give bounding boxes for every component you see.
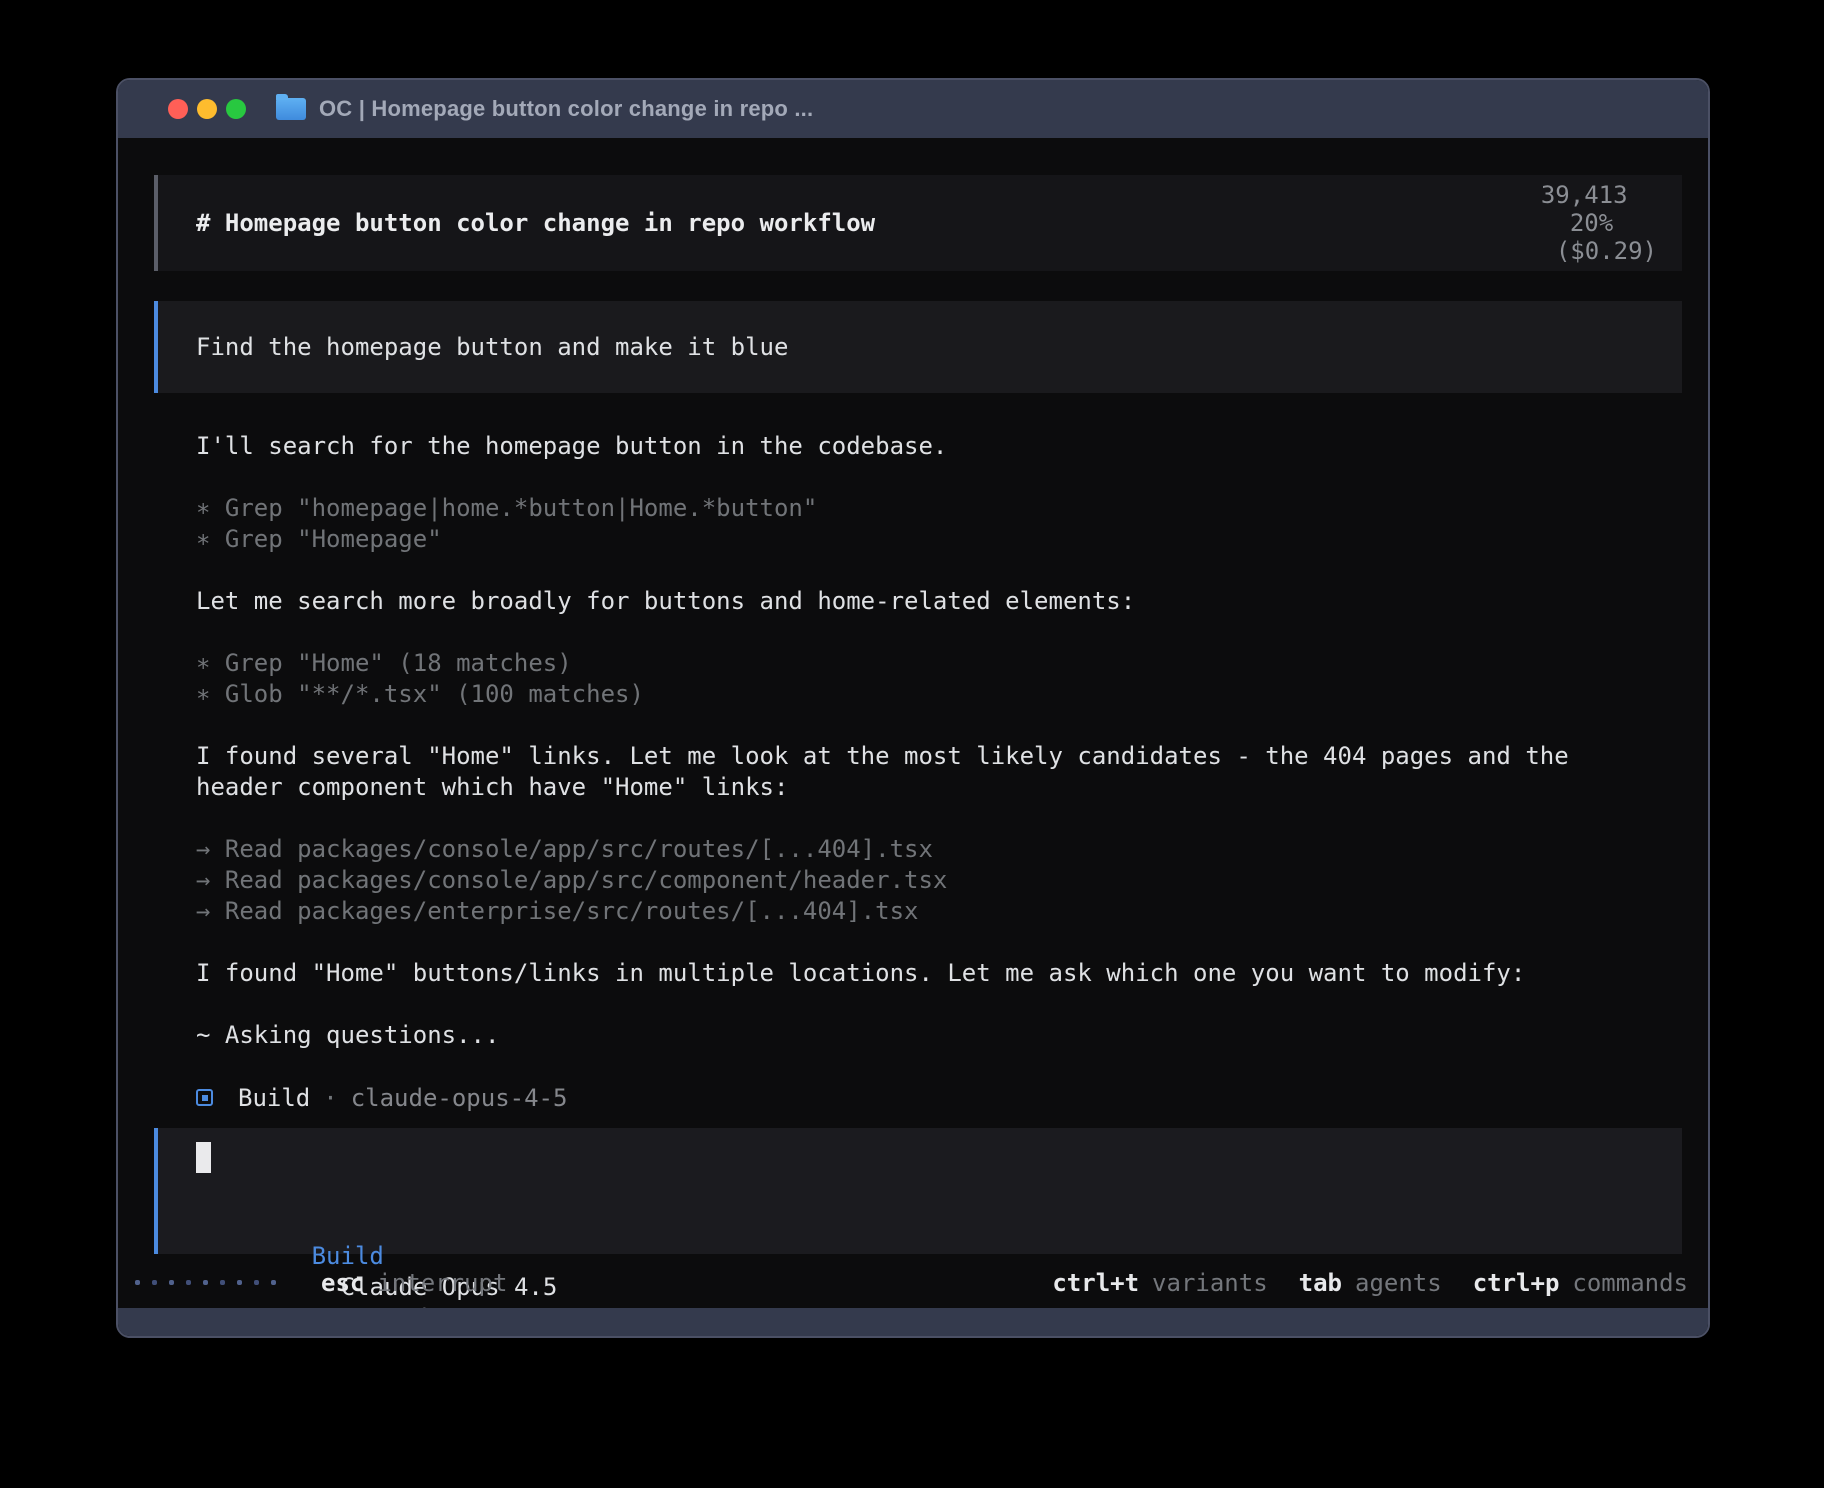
assistant-output: I'll search for the homepage button in t… (196, 431, 1682, 1113)
spacer (196, 710, 1682, 741)
assistant-text: I found "Home" buttons/links in multiple… (196, 958, 1682, 989)
text-cursor (196, 1142, 211, 1173)
tool-call-read: → Read packages/enterprise/src/routes/[.… (196, 896, 1682, 927)
tool-call-glob: ∗ Glob "**/*.tsx" (100 matches) (196, 679, 1682, 710)
input-agent-label[interactable]: Build (312, 1242, 384, 1270)
shortcut-label: agents (1355, 1269, 1442, 1297)
tool-call-grep: ∗ Grep "Home" (18 matches) (196, 648, 1682, 679)
agent-status-line: Build · claude-opus-4-5 (196, 1082, 1682, 1113)
terminal-window: OC | Homepage button color change in rep… (116, 78, 1710, 1338)
spacer (196, 555, 1682, 586)
spacer (196, 1051, 1682, 1082)
window-bottom-strip (118, 1308, 1708, 1336)
shortcut-key: ctrl+p (1473, 1269, 1560, 1297)
shortcut-label: variants (1152, 1269, 1268, 1297)
session-title: # Homepage button color change in repo w… (196, 209, 875, 237)
folder-icon (276, 98, 306, 120)
agent-name: Build (238, 1084, 310, 1112)
shortcut-key: ctrl+t (1052, 1269, 1139, 1297)
build-agent-icon (196, 1089, 213, 1106)
shortcut-commands: ctrl+p commands (1473, 1269, 1688, 1297)
tool-call-grep: ∗ Grep "Homepage" (196, 524, 1682, 555)
status-right: ctrl+t variants tab agents ctrl+p comman… (1052, 1269, 1688, 1297)
status-bar: esc interrupt ctrl+t variants tab agents… (135, 1267, 1688, 1298)
spinner-dot (152, 1280, 157, 1285)
token-count: 39,413 (1541, 181, 1628, 209)
shortcut-key: tab (1299, 1269, 1342, 1297)
shortcut-label: commands (1572, 1269, 1688, 1297)
input-footer: Build Claude Opus 4.5 OpenCode Zen (196, 1210, 1682, 1241)
assistant-activity: ~ Asking questions... (196, 1020, 1682, 1051)
spinner-dot (271, 1280, 276, 1285)
tool-call-read: → Read packages/console/app/src/componen… (196, 865, 1682, 896)
spacer (196, 803, 1682, 834)
spinner-dot (203, 1280, 208, 1285)
session-cost: ($0.29) (1556, 237, 1657, 265)
spinner-dot (169, 1280, 174, 1285)
session-header: # Homepage button color change in repo w… (154, 175, 1682, 271)
spinner-dot (135, 1280, 140, 1285)
working-spinner (135, 1280, 288, 1285)
spacer (196, 927, 1682, 958)
user-message: Find the homepage button and make it blu… (154, 301, 1682, 393)
tool-call-grep: ∗ Grep "homepage|home.*button|Home.*butt… (196, 493, 1682, 524)
agent-model-id: claude-opus-4-5 (351, 1084, 568, 1112)
spacer (196, 617, 1682, 648)
minimize-button[interactable] (197, 99, 217, 119)
shortcut-variants: ctrl+t variants (1052, 1269, 1267, 1297)
session-stats: 39,413 20% ($0.29) (1425, 153, 1657, 293)
spinner-dot (237, 1280, 242, 1285)
tool-call-read: → Read packages/console/app/src/routes/[… (196, 834, 1682, 865)
prompt-input[interactable]: Build Claude Opus 4.5 OpenCode Zen (154, 1128, 1682, 1254)
spinner-dot (186, 1280, 191, 1285)
user-message-text: Find the homepage button and make it blu… (196, 333, 788, 361)
spacer (196, 462, 1682, 493)
esc-key-hint: esc (321, 1269, 364, 1297)
maximize-button[interactable] (226, 99, 246, 119)
window-title: OC | Homepage button color change in rep… (319, 96, 813, 122)
shortcut-agents: tab agents (1299, 1269, 1442, 1297)
spinner-dot (220, 1280, 225, 1285)
spinner-dot (254, 1280, 259, 1285)
spacer (196, 989, 1682, 1020)
context-percent: 20% (1570, 209, 1613, 237)
assistant-text: Let me search more broadly for buttons a… (196, 586, 1682, 617)
assistant-text: header component which have "Home" links… (196, 772, 1682, 803)
terminal-content: # Homepage button color change in repo w… (118, 175, 1708, 1254)
close-button[interactable] (168, 99, 188, 119)
assistant-text: I'll search for the homepage button in t… (196, 431, 1682, 462)
status-left: esc interrupt (135, 1269, 507, 1297)
agent-separator: · (323, 1084, 337, 1112)
window-titlebar[interactable]: OC | Homepage button color change in rep… (118, 80, 1708, 138)
assistant-text: I found several "Home" links. Let me loo… (196, 741, 1682, 772)
esc-action-label: interrupt (377, 1269, 507, 1297)
